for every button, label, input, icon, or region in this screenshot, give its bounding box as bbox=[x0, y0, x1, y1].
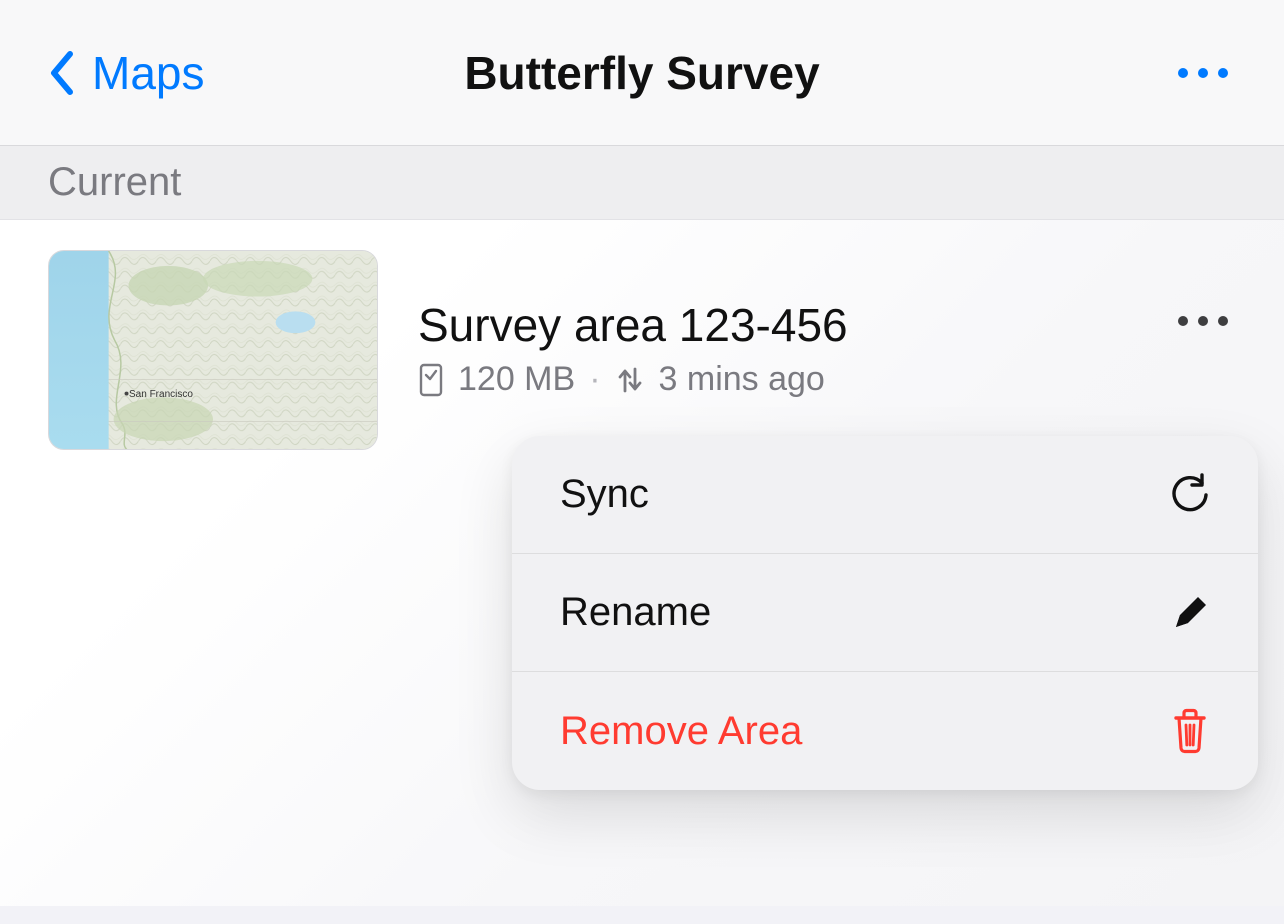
menu-label-remove: Remove Area bbox=[560, 709, 802, 754]
section-header-label: Current bbox=[48, 160, 1236, 205]
area-context-menu: Sync Rename Remove Area bbox=[512, 436, 1258, 790]
menu-item-rename[interactable]: Rename bbox=[512, 554, 1258, 672]
back-button[interactable]: Maps bbox=[48, 46, 204, 100]
sync-arrows-icon bbox=[615, 363, 645, 397]
menu-item-sync[interactable]: Sync bbox=[512, 436, 1258, 554]
area-size: 120 MB bbox=[458, 360, 575, 399]
more-icon bbox=[1178, 316, 1228, 326]
map-thumbnail: San Francisco bbox=[48, 250, 378, 450]
header-more-button[interactable] bbox=[1178, 68, 1228, 78]
area-more-button[interactable] bbox=[1178, 316, 1228, 326]
area-title: Survey area 123-456 bbox=[418, 298, 1236, 352]
area-sync-time: 3 mins ago bbox=[659, 360, 825, 399]
refresh-icon bbox=[1170, 473, 1210, 517]
more-icon bbox=[1178, 68, 1228, 78]
storage-icon bbox=[418, 363, 444, 397]
separator-dot: · bbox=[589, 360, 600, 399]
menu-label-rename: Rename bbox=[560, 590, 711, 635]
page-title: Butterfly Survey bbox=[464, 46, 819, 100]
area-meta: 120 MB · 3 mins ago bbox=[418, 360, 1236, 399]
map-city-label: San Francisco bbox=[129, 389, 193, 400]
menu-item-remove[interactable]: Remove Area bbox=[512, 672, 1258, 790]
back-label: Maps bbox=[92, 46, 204, 100]
header-bar: Maps Butterfly Survey bbox=[0, 0, 1284, 146]
area-list-item[interactable]: San Francisco Survey area 123-456 120 MB… bbox=[48, 250, 1236, 450]
pencil-icon bbox=[1170, 593, 1210, 633]
chevron-left-icon bbox=[48, 50, 74, 96]
menu-label-sync: Sync bbox=[560, 472, 649, 517]
trash-icon bbox=[1170, 708, 1210, 754]
area-info: Survey area 123-456 120 MB · 3 mins a bbox=[418, 250, 1236, 399]
section-header: Current bbox=[0, 146, 1284, 220]
